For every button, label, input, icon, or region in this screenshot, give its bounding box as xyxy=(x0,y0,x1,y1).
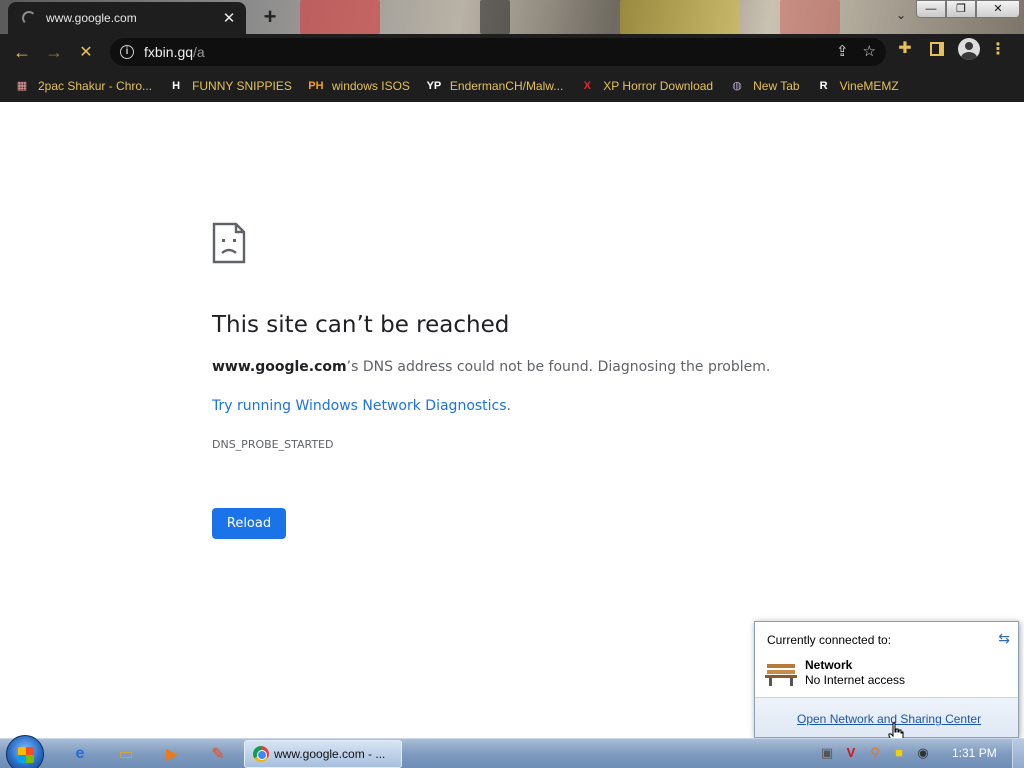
network-diagnostics-link[interactable]: Try running Windows Network Diagnostics xyxy=(212,398,507,414)
bookmark-label: XP Horror Download xyxy=(603,79,714,93)
stop-button[interactable]: ✕ xyxy=(70,36,102,68)
error-code: DNS_PROBE_STARTED xyxy=(212,438,334,451)
tab-google[interactable]: www.google.com ✕ xyxy=(8,2,246,34)
h-icon: H xyxy=(172,80,181,92)
bookmark-label: FUNNY SNIPPIES xyxy=(192,79,292,93)
bookmarks-bar: ▦ 2pac Shakur - Chro... H FUNNY SNIPPIES PH w… xyxy=(0,70,1024,102)
diagnostics-period: . xyxy=(506,398,511,414)
chrome-task-button[interactable]: www.google.com - ... xyxy=(244,740,402,768)
globe-icon: ◍ xyxy=(732,80,742,92)
park-bench-network-icon xyxy=(765,664,797,686)
task-label: www.google.com - ... xyxy=(274,747,386,761)
url-host: fxbin.gq xyxy=(144,44,194,60)
bookmark-label: 2pac Shakur - Chro... xyxy=(38,79,153,93)
bookmark-item[interactable]: H FUNNY SNIPPIES xyxy=(168,78,292,94)
bookmark-item[interactable]: ◍ New Tab xyxy=(729,78,799,94)
ph-icon: PH xyxy=(308,80,324,92)
wallpaper-scribble xyxy=(480,0,510,34)
url-path: /a xyxy=(193,44,205,60)
loading-spinner-icon xyxy=(22,11,36,25)
store-icon: ▦ xyxy=(16,80,28,92)
bookmark-label: VineMEMZ xyxy=(839,79,899,93)
close-window-button[interactable]: ✕ xyxy=(976,0,1020,18)
paint-icon[interactable]: ✎ xyxy=(198,742,238,766)
error-host: www.google.com xyxy=(212,359,347,375)
profile-avatar-icon[interactable] xyxy=(958,38,980,60)
bookmark-label: EndermanCH/Malw... xyxy=(449,79,564,93)
system-tray: ▣ V ⚲ ■ ◉ xyxy=(818,744,932,762)
taskbar: e ▭ ▶ ✎ www.google.com - ... ▣ V ⚲ ■ ◉ 1… xyxy=(0,735,1024,768)
extensions-puzzle-icon[interactable]: ✚ xyxy=(894,38,916,60)
bookmark-item[interactable]: R VineMEMZ xyxy=(816,78,899,94)
wallpaper-scribble xyxy=(620,0,740,34)
r-icon: R xyxy=(819,80,828,92)
internet-explorer-icon[interactable]: e xyxy=(60,742,100,766)
bookmark-label: windows ISOS xyxy=(331,79,410,93)
action-center-icon[interactable]: ▣ xyxy=(818,744,836,762)
error-title: This site can’t be reached xyxy=(212,312,510,338)
search-tray-icon[interactable]: ⚲ xyxy=(866,744,884,762)
network-status: No Internet access xyxy=(805,673,906,687)
omnibox-actions: ⇪ ☆ xyxy=(836,42,876,60)
address-bar[interactable]: i fxbin.gq/a ⇪ ☆ xyxy=(110,38,886,66)
error-description-text: ’s DNS address could not be found. Diagn… xyxy=(346,359,771,375)
tab-title: www.google.com xyxy=(46,11,137,25)
bookmark-item[interactable]: PH windows ISOS xyxy=(308,78,410,94)
antivirus-icon[interactable]: V xyxy=(842,744,860,762)
bookmark-label: New Tab xyxy=(753,79,800,93)
tab-search-icon[interactable]: ⌄ xyxy=(896,8,906,22)
network-warning-icon[interactable]: ■ xyxy=(890,744,908,762)
toolbar-actions: ✚ ⋮ xyxy=(894,38,1006,60)
side-panel-icon[interactable] xyxy=(930,42,944,56)
bookmark-item[interactable]: ▦ 2pac Shakur - Chro... xyxy=(14,78,152,94)
tab-strip: www.google.com ✕ + ⌄ — ❐ ✕ xyxy=(0,0,1024,34)
start-button[interactable] xyxy=(6,735,44,768)
error-description: www.google.com’s DNS address could not b… xyxy=(212,359,770,375)
network-name: Network xyxy=(805,658,853,672)
network-flyout: Currently connected to: ⇆ Network No Int… xyxy=(754,621,1019,738)
forward-button[interactable]: → xyxy=(38,36,70,68)
x-icon: X xyxy=(583,80,591,92)
chrome-icon xyxy=(253,746,269,762)
share-icon[interactable]: ⇪ xyxy=(836,42,849,60)
maximize-button[interactable]: ❐ xyxy=(946,0,976,18)
volume-icon[interactable]: ◉ xyxy=(914,744,932,762)
new-tab-button[interactable]: + xyxy=(258,4,282,30)
show-desktop-button[interactable] xyxy=(1012,739,1024,768)
bookmark-item[interactable]: YP EndermanCH/Malw... xyxy=(426,78,564,94)
flyout-footer: Open Network and Sharing Center xyxy=(755,697,1018,737)
back-button[interactable]: ← xyxy=(6,36,38,68)
bookmark-item[interactable]: X XP Horror Download xyxy=(579,78,714,94)
diagnostics-line: Try running Windows Network Diagnostics. xyxy=(212,398,511,414)
media-player-icon[interactable]: ▶ xyxy=(152,742,192,766)
bookmark-star-icon[interactable]: ☆ xyxy=(863,42,876,60)
refresh-icon[interactable]: ⇆ xyxy=(998,630,1010,647)
browser-toolbar: ← → ✕ i fxbin.gq/a ⇪ ☆ ✚ ⋮ xyxy=(0,34,1024,70)
clock[interactable]: 1:31 PM xyxy=(952,746,997,760)
info-icon[interactable]: i xyxy=(120,45,134,59)
yp-icon: YP xyxy=(426,80,442,92)
file-explorer-icon[interactable]: ▭ xyxy=(106,742,146,766)
reload-button[interactable]: Reload xyxy=(212,508,286,539)
kebab-menu-icon[interactable]: ⋮ xyxy=(990,39,1006,59)
window-controls: — ❐ ✕ xyxy=(916,0,1020,18)
wallpaper-scribble xyxy=(300,0,380,34)
wallpaper-scribble xyxy=(780,0,840,34)
tab-close-icon[interactable]: ✕ xyxy=(218,9,240,27)
sad-document-icon xyxy=(212,222,246,264)
flyout-heading: Currently connected to: xyxy=(767,633,892,647)
minimize-button[interactable]: — xyxy=(916,0,946,18)
